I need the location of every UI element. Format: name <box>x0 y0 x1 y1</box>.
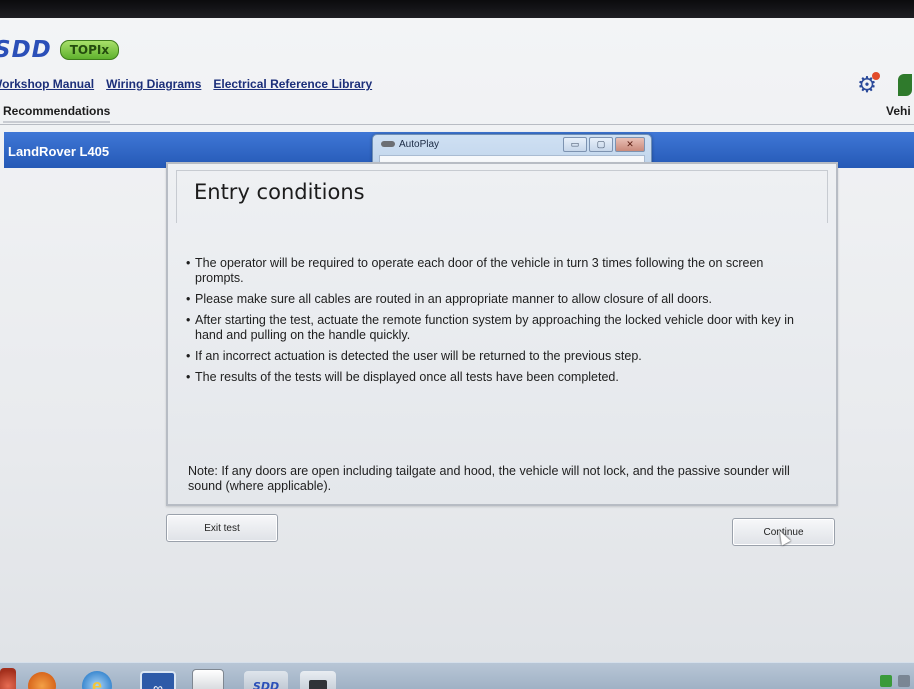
link-app-icon[interactable]: ∞ <box>140 671 176 689</box>
network-icon[interactable] <box>880 675 892 687</box>
internet-explorer-icon[interactable]: e <box>82 671 112 689</box>
taskbar: e ∞ SDD <box>0 662 914 689</box>
condition-item: Please make sure all cables are routed i… <box>186 292 806 307</box>
dialog-note: Note: If any doors are open including ta… <box>188 464 790 493</box>
start-button[interactable] <box>0 668 16 689</box>
autoplay-title: AutoPlay <box>399 139 440 150</box>
condition-item: The results of the tests will be display… <box>186 370 806 385</box>
printer-icon[interactable] <box>192 669 224 689</box>
topix-badge[interactable]: TOPIx <box>59 40 120 60</box>
condition-item: After starting the test, actuate the rem… <box>186 313 806 343</box>
nav-link-workshop-manual[interactable]: Workshop Manual <box>0 77 94 91</box>
brand: SDD TOPIx <box>0 37 120 63</box>
tab-row: Recommendations <box>0 100 914 125</box>
volume-icon[interactable] <box>898 675 910 687</box>
gear-alert-icon <box>872 72 880 80</box>
nav-link-electrical-reference-library[interactable]: Electrical Reference Library <box>213 77 372 91</box>
nav-link-wiring-diagrams[interactable]: Wiring Diagrams <box>106 77 201 91</box>
drive-icon <box>381 141 395 147</box>
condition-item: If an incorrect actuation is detected th… <box>186 349 806 364</box>
tab-recommendations[interactable]: Recommendations <box>3 104 111 123</box>
dialog-title: Entry conditions <box>194 180 365 204</box>
brand-logo: SDD <box>0 37 52 63</box>
system-tray <box>880 675 910 687</box>
vehicle-name: LandRover L405 <box>8 144 110 159</box>
condition-item: The operator will be required to operate… <box>186 256 806 286</box>
leaf-icon[interactable] <box>898 74 912 96</box>
mail-icon[interactable] <box>300 671 336 689</box>
minimize-button[interactable]: ▭ <box>563 137 587 152</box>
top-nav: Workshop Manual Wiring Diagrams Electric… <box>0 77 372 91</box>
entry-conditions-dialog: Entry conditions The operator will be re… <box>166 162 838 506</box>
close-button[interactable]: ✕ <box>615 137 645 152</box>
tab-vehicle[interactable]: Vehi <box>886 104 914 118</box>
mail-envelope-icon <box>309 680 327 689</box>
application-screen: SDD TOPIx Workshop Manual Wiring Diagram… <box>0 18 914 689</box>
sdd-taskbar-button[interactable]: SDD <box>244 671 288 689</box>
window-controls: ▭ ▢ ✕ <box>563 137 645 152</box>
exit-test-button[interactable]: Exit test <box>166 514 278 542</box>
media-player-icon[interactable] <box>28 672 56 689</box>
maximize-button[interactable]: ▢ <box>589 137 613 152</box>
conditions-list: The operator will be required to operate… <box>186 256 806 391</box>
